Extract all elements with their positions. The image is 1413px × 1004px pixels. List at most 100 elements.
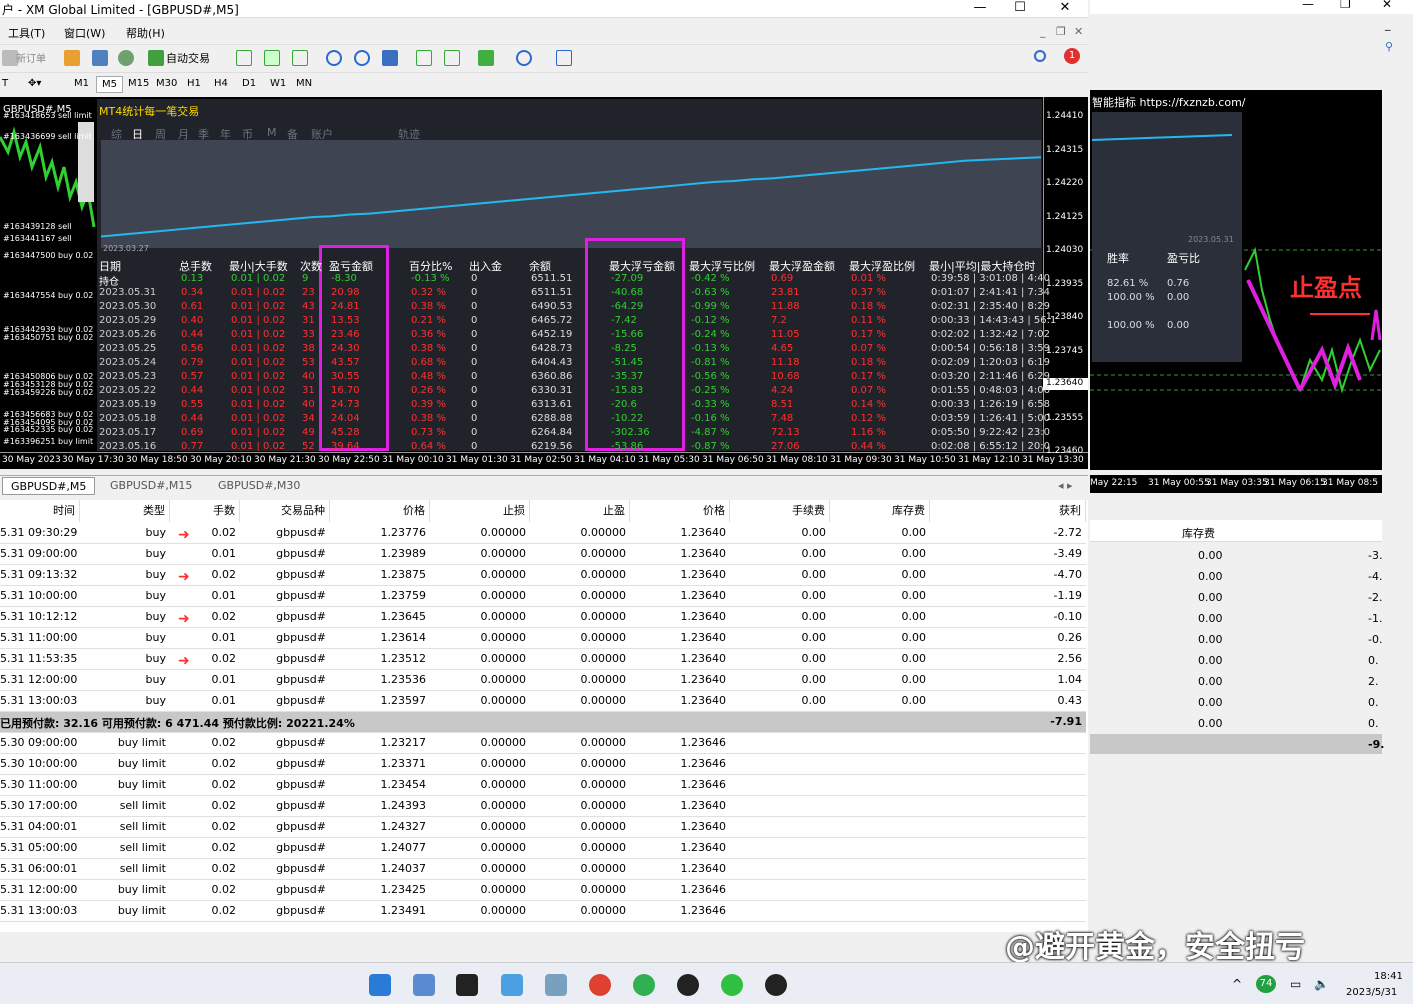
- menu-window[interactable]: 窗口(W): [64, 25, 105, 41]
- zoom-in-icon[interactable]: [326, 50, 342, 66]
- wechat-icon[interactable]: [721, 974, 743, 996]
- grid-header[interactable]: 止盈: [530, 500, 630, 522]
- search-icon[interactable]: [1034, 50, 1046, 62]
- grid-header[interactable]: 库存费: [830, 500, 930, 522]
- menu-help[interactable]: 帮助(H): [126, 25, 165, 41]
- tray-chevron-icon[interactable]: ^: [1232, 977, 1242, 991]
- qq-icon[interactable]: [677, 974, 699, 996]
- panel-tab[interactable]: 币: [242, 126, 253, 142]
- panel-tab[interactable]: 年: [220, 126, 231, 142]
- start-icon[interactable]: [369, 974, 391, 996]
- tag-icon[interactable]: [64, 50, 80, 66]
- order-row[interactable]: 5.31 09:13:32 buy 0.02 gbpusd# 1.23875 0.0000…: [0, 565, 1086, 586]
- minimize-button[interactable]: —: [965, 0, 995, 18]
- panel-tab[interactable]: 轨迹: [398, 126, 420, 142]
- order-row[interactable]: 5.31 13:00:03 buy 0.01 gbpusd# 1.23597 0.0000…: [0, 691, 1086, 712]
- volume-icon[interactable]: 🔈: [1314, 977, 1329, 991]
- panel-tab[interactable]: 日: [132, 126, 143, 142]
- pending-row[interactable]: 5.30 09:00:00 buy limit 0.02 gbpusd# 1.23217…: [0, 733, 1086, 754]
- bar-chart-icon[interactable]: [236, 50, 252, 66]
- second-minimize[interactable]: —: [1302, 0, 1314, 11]
- panel-tab[interactable]: 账户: [311, 126, 333, 142]
- pending-row[interactable]: 5.31 12:00:00 buy limit 0.02 gbpusd# 1.23425…: [0, 880, 1086, 901]
- panel-tab[interactable]: 备: [287, 126, 298, 142]
- tf-h4[interactable]: H4: [214, 78, 228, 89]
- tf-h1[interactable]: H1: [187, 78, 201, 89]
- grid-header[interactable]: 交易品种: [240, 500, 330, 522]
- tf-m15[interactable]: M15: [128, 78, 149, 89]
- order-row[interactable]: 5.31 10:12:12 buy 0.02 gbpusd# 1.23645 0.0000…: [0, 607, 1086, 628]
- tab-m5[interactable]: GBPUSD#,M5: [2, 477, 96, 495]
- period-clock-icon[interactable]: [516, 50, 532, 66]
- auto-trade-button[interactable]: 自动交易: [166, 50, 210, 66]
- templates-icon[interactable]: [556, 50, 572, 66]
- menu-tools[interactable]: 工具(T): [8, 25, 45, 41]
- tf-d1[interactable]: D1: [242, 78, 256, 89]
- cursor-icon[interactable]: T: [2, 78, 8, 89]
- photos-icon[interactable]: [545, 974, 567, 996]
- pending-row[interactable]: 5.30 11:00:00 buy limit 0.02 gbpusd# 1.23454…: [0, 775, 1086, 796]
- second-restore[interactable]: ❐: [1340, 0, 1351, 11]
- mt4-app-icon[interactable]: [413, 974, 435, 996]
- order-row[interactable]: 5.31 10:00:00 buy 0.01 gbpusd# 1.23759 0.0000…: [0, 586, 1086, 607]
- maximize-button[interactable]: ☐: [1005, 0, 1035, 18]
- grid-header[interactable]: 获利: [930, 500, 1086, 522]
- order-row[interactable]: 5.31 12:00:00 buy 0.01 gbpusd# 1.23536 0.0000…: [0, 670, 1086, 691]
- grid-header[interactable]: 价格: [330, 500, 430, 522]
- zoom-out-icon[interactable]: [354, 50, 370, 66]
- grid-header[interactable]: 手数: [170, 500, 240, 522]
- tab-scroll-arrows[interactable]: ◂ ▸: [1050, 477, 1081, 495]
- objects-icon[interactable]: ✥▾: [28, 78, 41, 89]
- panel-tab[interactable]: 季: [198, 126, 209, 142]
- second-search-icon[interactable]: ⚲: [1385, 40, 1393, 53]
- mdi-minimize-icon[interactable]: _: [1040, 25, 1046, 38]
- pending-row[interactable]: 5.31 06:00:01 sell limit 0.02 gbpusd# 1.2403…: [0, 859, 1086, 880]
- tile-windows-icon[interactable]: [382, 50, 398, 66]
- pending-row[interactable]: 5.31 04:00:01 sell limit 0.02 gbpusd# 1.2432…: [0, 817, 1086, 838]
- tab-m30[interactable]: GBPUSD#,M30: [210, 477, 308, 495]
- app-icon-3[interactable]: [501, 974, 523, 996]
- terminal-icon[interactable]: [456, 974, 478, 996]
- close-button[interactable]: ✕: [1050, 0, 1080, 18]
- tab-m15[interactable]: GBPUSD#,M15: [102, 477, 200, 495]
- pending-row[interactable]: 5.31 05:00:00 sell limit 0.02 gbpusd# 1.2407…: [0, 838, 1086, 859]
- second-min2[interactable]: _: [1385, 18, 1391, 31]
- order-row[interactable]: 5.31 09:00:00 buy 0.01 gbpusd# 1.23989 0.0000…: [0, 544, 1086, 565]
- panel-tab[interactable]: 周: [155, 126, 166, 142]
- order-row[interactable]: 5.31 09:30:29 buy 0.02 gbpusd# 1.23776 0.0000…: [0, 523, 1086, 544]
- pending-row[interactable]: 5.31 13:00:03 buy limit 0.02 gbpusd# 1.23491…: [0, 901, 1086, 922]
- grid-header[interactable]: 类型: [80, 500, 170, 522]
- tf-m1[interactable]: M1: [74, 78, 89, 89]
- chart-shift-icon[interactable]: [416, 50, 432, 66]
- people-icon[interactable]: [92, 50, 108, 66]
- tf-m30[interactable]: M30: [156, 78, 177, 89]
- chrome-icon[interactable]: [589, 974, 611, 996]
- panel-tab[interactable]: 综: [111, 126, 122, 142]
- indicators-icon[interactable]: [478, 50, 494, 66]
- browser-icon[interactable]: [633, 974, 655, 996]
- mdi-restore-icon[interactable]: ❐: [1056, 25, 1066, 38]
- panel-tab[interactable]: M: [267, 126, 277, 139]
- panel-tab[interactable]: 月: [178, 126, 189, 142]
- order-row[interactable]: 5.31 11:53:35 buy 0.02 gbpusd# 1.23512 0.0000…: [0, 649, 1086, 670]
- tf-w1[interactable]: W1: [270, 78, 286, 89]
- pending-row[interactable]: 5.30 10:00:00 buy limit 0.02 gbpusd# 1.23371…: [0, 754, 1086, 775]
- second-close[interactable]: ✕: [1382, 0, 1392, 11]
- grid-header[interactable]: 价格: [630, 500, 730, 522]
- grid-header[interactable]: 手续费: [730, 500, 830, 522]
- signal-icon[interactable]: [118, 50, 134, 66]
- mdi-close-icon[interactable]: ✕: [1074, 25, 1083, 38]
- order-row[interactable]: 5.31 11:00:00 buy 0.01 gbpusd# 1.23614 0.0000…: [0, 628, 1086, 649]
- new-order-button[interactable]: 新订单: [16, 50, 46, 65]
- autoscroll-icon[interactable]: [444, 50, 460, 66]
- qq-icon-2[interactable]: [765, 974, 787, 996]
- pending-row[interactable]: 5.30 17:00:00 sell limit 0.02 gbpusd# 1.2439…: [0, 796, 1086, 817]
- tf-mn[interactable]: MN: [296, 78, 312, 89]
- tray-badge[interactable]: 74: [1256, 975, 1276, 993]
- network-icon[interactable]: ▭: [1290, 977, 1301, 991]
- tf-m5[interactable]: M5: [96, 76, 123, 93]
- candle-chart-icon[interactable]: [264, 50, 280, 66]
- notification-badge[interactable]: 1: [1064, 48, 1080, 64]
- grid-header[interactable]: 时间: [0, 500, 80, 522]
- line-chart-icon[interactable]: [292, 50, 308, 66]
